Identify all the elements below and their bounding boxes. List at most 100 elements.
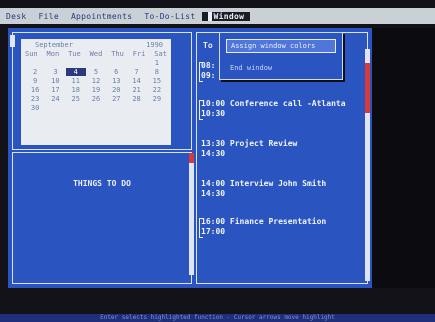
calendar-day[interactable]: 3 — [45, 68, 65, 76]
appointment-start: 08: — [201, 61, 216, 70]
appointment-start: 14:00 — [201, 179, 226, 188]
calendar-day[interactable]: 16 — [25, 86, 45, 94]
calendar-month: September — [35, 41, 73, 49]
calendar-day[interactable]: 12 — [86, 77, 106, 85]
weekday: Thu — [111, 50, 124, 58]
appointments-scroll-track[interactable] — [365, 113, 370, 281]
weekday: Tue — [68, 50, 81, 58]
things-to-do-title: THINGS TO DO — [73, 179, 131, 188]
menu-window[interactable]: Window — [201, 11, 251, 21]
calendar-scroll-handle[interactable] — [10, 35, 15, 47]
calendar-day[interactable]: 23 — [25, 95, 45, 103]
appointment-entry[interactable]: 13:30 Project Review 14:30 — [201, 139, 297, 159]
menu-to-do-list[interactable]: To-Do-List — [138, 12, 201, 21]
appointment-start: 16:00 — [201, 217, 226, 226]
calendar-day[interactable]: 29 — [147, 95, 167, 103]
status-bar: Enter selects highlighted function - Cur… — [0, 314, 435, 322]
calendar-day[interactable]: 5 — [86, 68, 106, 76]
weekday: Sun — [25, 50, 38, 58]
calendar-day[interactable]: 18 — [66, 86, 86, 94]
calendar-blank — [126, 104, 146, 112]
calendar-day[interactable]: 9 — [25, 77, 45, 85]
calendar-header: September 1990 — [21, 39, 171, 49]
weekday: Fri — [132, 50, 146, 58]
calendar-day[interactable]: 15 — [147, 77, 167, 85]
screen: Desk File Appointments To-Do-List Window… — [0, 0, 435, 322]
bracket — [199, 62, 203, 82]
calendar-blank — [45, 104, 65, 112]
calendar-blank — [45, 59, 65, 67]
desktop-area: September 1990 Sun Mon Tue Wed Thu Fri S… — [8, 28, 403, 288]
appointment-entry[interactable]: 08: 09: — [199, 61, 216, 82]
calendar-day[interactable]: 2 — [25, 68, 45, 76]
calendar-blank — [106, 104, 126, 112]
menu-item-assign-window-colors[interactable]: Assign window colors — [226, 39, 336, 53]
calendar-day[interactable]: 13 — [106, 77, 126, 85]
things-scroll-track[interactable] — [189, 163, 194, 275]
appointment-title: Project Review — [229, 139, 298, 148]
calendar-day[interactable]: 14 — [126, 77, 146, 85]
menu-item-end-window[interactable]: End window — [230, 64, 272, 72]
calendar-day[interactable]: 19 — [86, 86, 106, 94]
calendar-day[interactable]: 7 — [126, 68, 146, 76]
menu-file[interactable]: File — [32, 12, 64, 21]
calendar: September 1990 Sun Mon Tue Wed Thu Fri S… — [21, 39, 171, 145]
menu-desk[interactable]: Desk — [0, 12, 32, 21]
calendar-day[interactable]: 27 — [106, 95, 126, 103]
calendar-blank — [86, 104, 106, 112]
calendar-day[interactable]: 26 — [86, 95, 106, 103]
calendar-day[interactable]: 20 — [106, 86, 126, 94]
calendar-day[interactable]: 28 — [126, 95, 146, 103]
calendar-year: 1990 — [146, 41, 163, 49]
calendar-blank — [66, 104, 86, 112]
appointments-title: To — [203, 41, 213, 50]
appointment-end: 17:00 — [201, 227, 226, 236]
bracket — [199, 218, 203, 238]
calendar-day[interactable]: 22 — [147, 86, 167, 94]
menu-window-label: Window — [213, 11, 245, 21]
calendar-day[interactable]: 1 — [147, 59, 167, 67]
appointment-start: 13:30 — [201, 139, 226, 148]
appointment-title: Interview John Smith — [229, 179, 327, 188]
calendar-blank — [25, 59, 45, 67]
appointment-title: Conference call -Atlanta — [229, 99, 346, 108]
cursor-block-icon — [207, 11, 212, 21]
appointment-end: 09: — [201, 71, 216, 80]
appointments-scroll-thumb[interactable] — [365, 63, 370, 113]
calendar-grid: 1 2 3 4 5 6 7 8 9 10 11 12 13 14 15 16 17 18 19 20 21 22 23 24 2… — [21, 58, 171, 113]
calendar-day[interactable]: 25 — [66, 95, 86, 103]
weekday: Mon — [46, 50, 60, 58]
appointment-start: 10:00 — [201, 99, 226, 108]
calendar-day[interactable]: 24 — [45, 95, 65, 103]
appointment-entry[interactable]: 16:00 Finance Presentation 17:00 — [199, 217, 327, 238]
bracket — [199, 100, 203, 120]
calendar-blank — [66, 59, 86, 67]
calendar-day[interactable]: 11 — [66, 77, 86, 85]
menu-bar: Desk File Appointments To-Do-List Window — [0, 8, 435, 24]
appointment-end: 14:30 — [201, 189, 226, 198]
things-to-do-panel: THINGS TO DO — [12, 152, 194, 284]
calendar-panel: September 1990 Sun Mon Tue Wed Thu Fri S… — [10, 32, 192, 150]
calendar-blank — [86, 59, 106, 67]
calendar-day[interactable]: 4 — [65, 68, 86, 76]
calendar-weekdays: Sun Mon Tue Wed Thu Fri Sat — [21, 49, 171, 58]
window-menu-dropdown: Assign window colors End window — [219, 32, 343, 80]
weekday: Wed — [89, 50, 103, 58]
calendar-day[interactable]: 21 — [126, 86, 146, 94]
things-scroll-thumb[interactable] — [189, 153, 194, 163]
appointment-title: Finance Presentation — [229, 217, 327, 226]
calendar-day[interactable]: 6 — [106, 68, 126, 76]
calendar-blank — [147, 104, 167, 112]
calendar-day[interactable]: 17 — [45, 86, 65, 94]
calendar-day[interactable]: 8 — [147, 68, 167, 76]
empty-screen-area — [372, 28, 435, 288]
appointments-scroll-up[interactable] — [365, 49, 370, 63]
appointment-entry[interactable]: 10:00 Conference call -Atlanta 10:30 — [199, 99, 346, 120]
weekday: Sat — [154, 50, 167, 58]
menu-appointments[interactable]: Appointments — [65, 12, 138, 21]
appointment-entry[interactable]: 14:00 Interview John Smith 14:30 — [201, 179, 326, 199]
appointment-end: 14:30 — [201, 149, 226, 158]
calendar-day[interactable]: 10 — [45, 77, 65, 85]
calendar-day[interactable]: 30 — [25, 104, 45, 112]
calendar-blank — [126, 59, 146, 67]
